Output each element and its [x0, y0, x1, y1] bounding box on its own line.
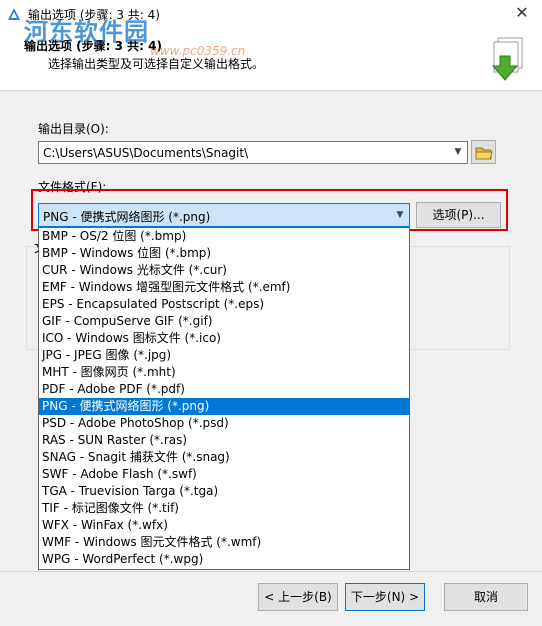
output-dir-label: 输出目录(O): — [38, 122, 109, 136]
dropdown-item[interactable]: PDF - Adobe PDF (*.pdf) — [39, 381, 409, 398]
dropdown-item[interactable]: ICO - Windows 图标文件 (*.ico) — [39, 330, 409, 347]
dropdown-item[interactable]: BMP - OS/2 位图 (*.bmp) — [39, 228, 409, 245]
dropdown-item[interactable]: EMF - Windows 增强型图元文件格式 (*.emf) — [39, 279, 409, 296]
dropdown-item[interactable]: SWF - Adobe Flash (*.swf) — [39, 466, 409, 483]
output-dir-combo[interactable]: C:\Users\ASUS\Documents\Snagit\ ▼ — [38, 141, 468, 164]
cancel-button[interactable]: 取消 — [444, 583, 528, 611]
snagit-app-icon — [8, 8, 20, 20]
dropdown-item[interactable]: WMF - Windows 图元文件格式 (*.wmf) — [39, 534, 409, 551]
dropdown-item[interactable]: RAS - SUN Raster (*.ras) — [39, 432, 409, 449]
dropdown-item[interactable]: JPG - JPEG 图像 (*.jpg) — [39, 347, 409, 364]
file-format-dropdown-list[interactable]: BMP - OS/2 位图 (*.bmp) BMP - Windows 位图 (*… — [38, 227, 410, 570]
export-document-icon — [491, 37, 523, 81]
dropdown-item[interactable]: CUR - Windows 光标文件 (*.cur) — [39, 262, 409, 279]
dropdown-item[interactable]: GIF - CompuServe GIF (*.gif) — [39, 313, 409, 330]
output-dir-value: C:\Users\ASUS\Documents\Snagit\ — [43, 146, 249, 160]
next-button[interactable]: 下一步(N) > — [345, 583, 425, 611]
browse-folder-button[interactable] — [471, 140, 496, 164]
dropdown-item[interactable]: PNG - 便携式网络图形 (*.png) — [39, 398, 409, 415]
footer-divider — [0, 571, 542, 572]
back-button[interactable]: < 上一步(B) — [258, 583, 338, 611]
watermark-url: www.pc0359.cn — [150, 44, 246, 58]
chevron-down-icon[interactable]: ▼ — [449, 142, 467, 163]
dropdown-item[interactable]: PSD - Adobe PhotoShop (*.psd) — [39, 415, 409, 432]
close-button[interactable]: ✕ — [502, 0, 542, 28]
dropdown-item[interactable]: WPG - WordPerfect (*.wpg) — [39, 551, 409, 568]
dropdown-item[interactable]: EPS - Encapsulated Postscript (*.eps) — [39, 296, 409, 313]
dropdown-item[interactable]: WFX - WinFax (*.wfx) — [39, 517, 409, 534]
watermark-logo: 河东软件园 — [24, 17, 149, 46]
dropdown-item[interactable]: TGA - Truevision Targa (*.tga) — [39, 483, 409, 500]
dropdown-item[interactable]: MHT - 图像网页 (*.mht) — [39, 364, 409, 381]
dropdown-item[interactable]: SNAG - Snagit 捕获文件 (*.snag) — [39, 449, 409, 466]
dropdown-item[interactable]: TIF - 标记图像文件 (*.tif) — [39, 500, 409, 517]
highlight-box — [31, 189, 508, 231]
folder-icon — [475, 147, 493, 160]
dropdown-item[interactable]: BMP - Windows 位图 (*.bmp) — [39, 245, 409, 262]
